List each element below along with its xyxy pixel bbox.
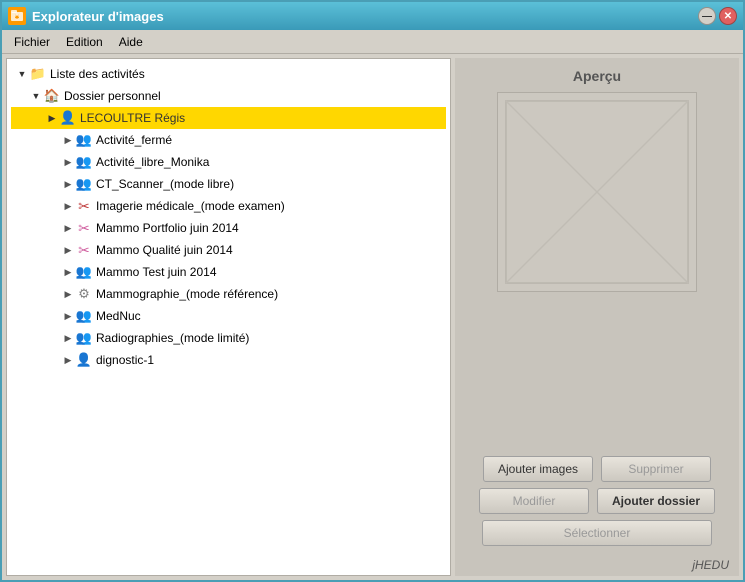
tree-arrow[interactable]: ▶	[61, 221, 75, 235]
user-icon: 👤	[75, 351, 93, 369]
menu-edition[interactable]: Edition	[58, 33, 111, 51]
dignostic-label: dignostic-1	[96, 353, 154, 367]
imagerie-label: Imagerie médicale_(mode examen)	[96, 199, 285, 213]
tree-arrow-dossier[interactable]: ▼	[29, 89, 43, 103]
btn-row-3: Sélectionner	[465, 520, 729, 546]
radiographies-label: Radiographies_(mode limité)	[96, 331, 249, 345]
list-item[interactable]: ▼ 🏠 Dossier personnel	[11, 85, 446, 107]
list-item[interactable]: ▶ ✂ Mammo Qualité juin 2014	[11, 239, 446, 261]
supprimer-button[interactable]: Supprimer	[601, 456, 711, 482]
mammo-portfolio-label: Mammo Portfolio juin 2014	[96, 221, 239, 235]
tree-arrow[interactable]: ▶	[61, 287, 75, 301]
mammographie-label: Mammographie_(mode référence)	[96, 287, 278, 301]
dossier-label: Dossier personnel	[64, 89, 161, 103]
main-window: Explorateur d'images — ✕ Fichier Edition…	[0, 0, 745, 582]
tree-arrow-root[interactable]: ▼	[15, 67, 29, 81]
app-icon	[8, 7, 26, 25]
tree-arrow[interactable]: ▶	[61, 177, 75, 191]
menu-fichier[interactable]: Fichier	[6, 33, 58, 51]
selectionner-button[interactable]: Sélectionner	[482, 520, 712, 546]
tree-arrow[interactable]: ▶	[61, 199, 75, 213]
tree-root[interactable]: ▼ 📁 Liste des activités	[11, 63, 446, 85]
users-icon: 👥	[75, 175, 93, 193]
list-item[interactable]: ▶ 👤 LECOULTRE Régis	[11, 107, 446, 129]
list-item[interactable]: ▶ 👥 Mammo Test juin 2014	[11, 261, 446, 283]
gear-icon: ⚙	[75, 285, 93, 303]
buttons-area: Ajouter images Supprimer Modifier Ajoute…	[455, 448, 739, 554]
mammo-qualite-label: Mammo Qualité juin 2014	[96, 243, 233, 257]
activite-ferme-label: Activité_fermé	[96, 133, 172, 147]
window-title: Explorateur d'images	[32, 9, 698, 24]
tree-arrow[interactable]: ▶	[61, 243, 75, 257]
apercu-title: Aperçu	[573, 68, 621, 84]
list-item[interactable]: ▶ ⚙ Mammographie_(mode référence)	[11, 283, 446, 305]
minimize-button[interactable]: —	[698, 7, 716, 25]
main-content: ▼ 📁 Liste des activités ▼ 🏠 Dossier pers…	[2, 54, 743, 580]
list-item[interactable]: ▶ 👤 dignostic-1	[11, 349, 446, 371]
left-panel: ▼ 📁 Liste des activités ▼ 🏠 Dossier pers…	[6, 58, 451, 576]
tree-arrow[interactable]: ▶	[61, 265, 75, 279]
list-item[interactable]: ▶ 👥 Activité_libre_Monika	[11, 151, 446, 173]
list-item[interactable]: ▶ ✂ Imagerie médicale_(mode examen)	[11, 195, 446, 217]
ajouter-images-button[interactable]: Ajouter images	[483, 456, 593, 482]
tree-arrow[interactable]: ▶	[61, 353, 75, 367]
window-controls: — ✕	[698, 7, 737, 25]
tree-arrow[interactable]: ▶	[61, 155, 75, 169]
branding-label: jHEDU	[455, 554, 739, 576]
lecoultre-label: LECOULTRE Régis	[80, 111, 185, 125]
users-icon: 👥	[75, 153, 93, 171]
mednuc-label: MedNuc	[96, 309, 141, 323]
menubar: Fichier Edition Aide	[2, 30, 743, 54]
users-icon: 👥	[75, 307, 93, 325]
modifier-button[interactable]: Modifier	[479, 488, 589, 514]
title-bar: Explorateur d'images — ✕	[2, 2, 743, 30]
mammo-test-label: Mammo Test juin 2014	[96, 265, 217, 279]
tree-arrow[interactable]: ▶	[61, 309, 75, 323]
folder-icon: 📁	[29, 65, 47, 83]
right-panel: Aperçu Ajouter images Supprimer Modifier…	[455, 58, 739, 576]
tree-root-label: Liste des activités	[50, 67, 145, 81]
menu-aide[interactable]: Aide	[111, 33, 151, 51]
scissors-icon: ✂	[75, 241, 93, 259]
activite-libre-label: Activité_libre_Monika	[96, 155, 209, 169]
scissors-icon: ✂	[75, 197, 93, 215]
users-icon: 👥	[75, 263, 93, 281]
users-icon: 👥	[75, 329, 93, 347]
preview-diagonal	[498, 93, 696, 291]
tree-arrow[interactable]: ▶	[61, 331, 75, 345]
list-item[interactable]: ▶ 👥 Activité_fermé	[11, 129, 446, 151]
ajouter-dossier-button[interactable]: Ajouter dossier	[597, 488, 715, 514]
ct-scanner-label: CT_Scanner_(mode libre)	[96, 177, 234, 191]
tree-container: ▼ 📁 Liste des activités ▼ 🏠 Dossier pers…	[7, 59, 450, 375]
scissors-icon: ✂	[75, 219, 93, 237]
users-icon: 👥	[75, 131, 93, 149]
list-item[interactable]: ▶ ✂ Mammo Portfolio juin 2014	[11, 217, 446, 239]
tree-arrow-lecoultre[interactable]: ▶	[45, 111, 59, 125]
tree-arrow[interactable]: ▶	[61, 133, 75, 147]
list-item[interactable]: ▶ 👥 Radiographies_(mode limité)	[11, 327, 446, 349]
home-icon: 🏠	[43, 87, 61, 105]
close-button[interactable]: ✕	[719, 7, 737, 25]
btn-row-2: Modifier Ajouter dossier	[465, 488, 729, 514]
list-item[interactable]: ▶ 👥 CT_Scanner_(mode libre)	[11, 173, 446, 195]
user-icon: 👤	[59, 109, 77, 127]
btn-row-1: Ajouter images Supprimer	[465, 456, 729, 482]
list-item[interactable]: ▶ 👥 MedNuc	[11, 305, 446, 327]
preview-box	[497, 92, 697, 292]
